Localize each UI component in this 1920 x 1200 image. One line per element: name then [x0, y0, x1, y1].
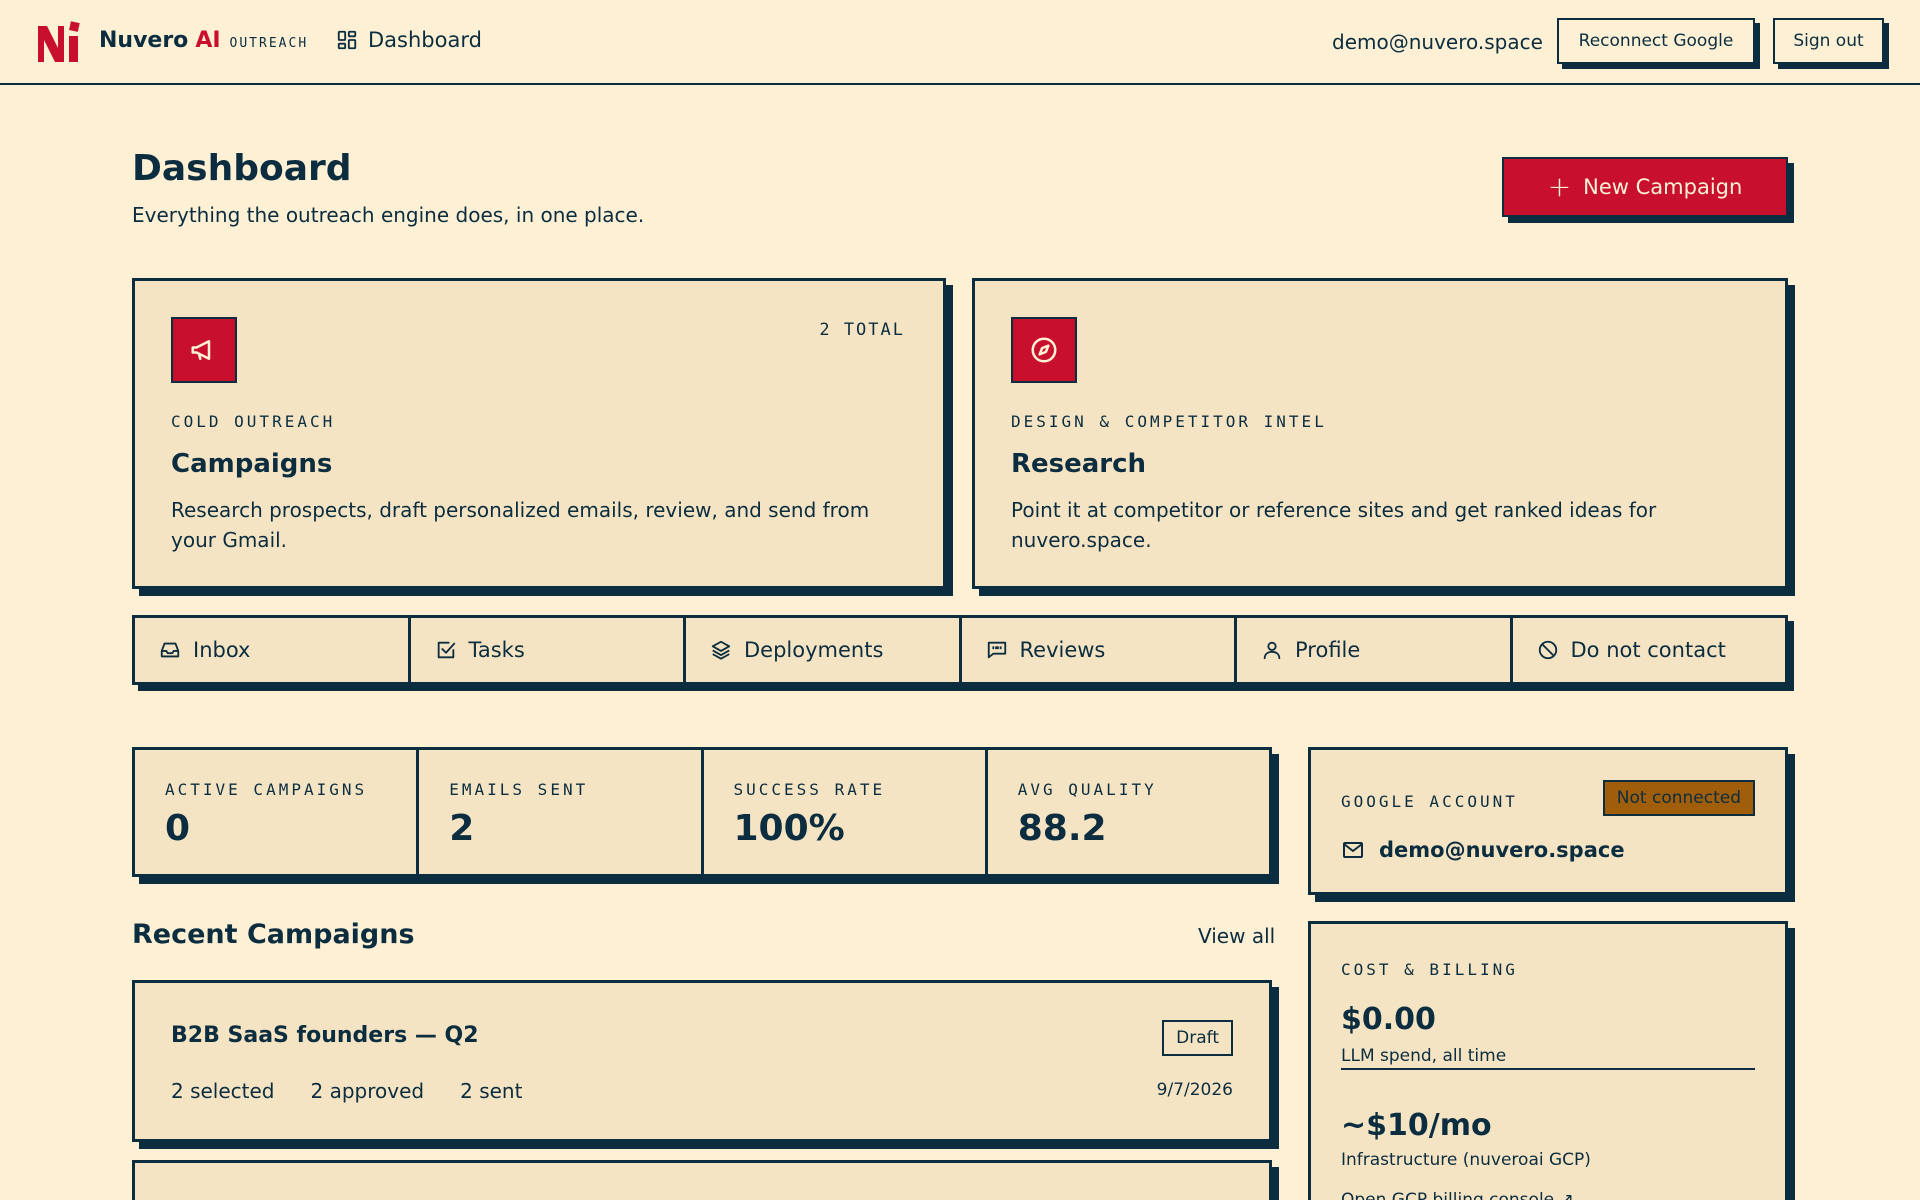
brand-wordmark[interactable]: Nuvero AI OUTREACH: [99, 28, 308, 53]
llm-spend-amount: $0.00: [1341, 1002, 1436, 1037]
stats-panel: ACTIVE CAMPAIGNS 0 EMAILS SENT 2 SUCCESS…: [132, 747, 1272, 877]
stat-value: 2: [449, 808, 475, 849]
stat-emails-sent: EMAILS SENT 2: [419, 750, 704, 874]
google-account-card: GOOGLE ACCOUNT Not connected demo@nuvero…: [1308, 747, 1788, 895]
view-all-link[interactable]: View all: [1198, 924, 1275, 948]
campaigns-kicker: COLD OUTREACH: [171, 412, 336, 431]
user-email: demo@nuvero.space: [1332, 30, 1543, 54]
campaign-selected-count: 2 selected: [171, 1079, 275, 1103]
quick-link-label: Do not contact: [1570, 638, 1726, 662]
new-campaign-button[interactable]: + New Campaign: [1502, 157, 1788, 217]
brand-name: Nuvero: [99, 28, 189, 53]
google-account-label: GOOGLE ACCOUNT: [1341, 792, 1518, 811]
ban-icon: [1538, 640, 1557, 660]
campaign-sent-count: 2 sent: [460, 1079, 523, 1103]
stat-value: 88.2: [1017, 808, 1107, 849]
billing-label: COST & BILLING: [1341, 960, 1518, 979]
layers-icon: [711, 640, 731, 660]
quick-links-bar: Inbox Tasks Deployments Reviews Profile …: [132, 615, 1788, 685]
cost-billing-card: COST & BILLING $0.00 LLM spend, all time…: [1308, 921, 1788, 1200]
stat-label: AVG QUALITY: [1017, 780, 1157, 799]
brand-subtitle: OUTREACH: [229, 36, 309, 51]
page-title: Dashboard: [132, 148, 352, 189]
compass-icon: [1011, 317, 1077, 383]
campaigns-description: Research prospects, draft personalized e…: [171, 498, 870, 552]
stat-value: 0: [165, 808, 191, 849]
google-email-text: demo@nuvero.space: [1379, 838, 1625, 862]
campaign-status-badge: Draft: [1162, 1020, 1233, 1056]
page-subtitle: Everything the outreach engine does, in …: [132, 203, 645, 227]
dashboard-grid-icon: [337, 30, 357, 50]
stat-label: SUCCESS RATE: [733, 780, 886, 799]
plus-icon: +: [1547, 170, 1572, 203]
nuvero-logo-icon[interactable]: [36, 18, 84, 66]
mail-icon: [1343, 842, 1363, 858]
inbox-icon: [160, 642, 180, 658]
stat-value: 100%: [733, 808, 845, 849]
quick-link-reviews[interactable]: Reviews: [962, 618, 1237, 682]
megaphone-icon: [171, 317, 237, 383]
quick-link-inbox[interactable]: Inbox: [135, 618, 411, 682]
llm-spend-note: LLM spend, all time: [1341, 1046, 1755, 1070]
stat-avg-quality: AVG QUALITY 88.2: [988, 750, 1269, 874]
new-campaign-label: New Campaign: [1583, 175, 1743, 199]
campaigns-total-count: 2 TOTAL: [819, 320, 905, 340]
top-bar: Nuvero AI OUTREACH Dashboard demo@nuvero…: [0, 0, 1920, 85]
research-kicker: DESIGN & COMPETITOR INTEL: [1011, 412, 1327, 431]
quick-link-tasks[interactable]: Tasks: [411, 618, 686, 682]
campaign-name: B2B SaaS founders — Q2: [171, 1023, 479, 1048]
quick-link-label: Inbox: [193, 638, 251, 662]
quick-link-deployments[interactable]: Deployments: [686, 618, 962, 682]
quick-link-label: Profile: [1295, 638, 1361, 662]
infra-cost-amount: ~$10/mo: [1341, 1108, 1492, 1143]
reconnect-google-button[interactable]: Reconnect Google: [1557, 18, 1755, 64]
quick-link-do-not-contact[interactable]: Do not contact: [1513, 618, 1786, 682]
connection-status-badge: Not connected: [1602, 780, 1755, 816]
stat-label: ACTIVE CAMPAIGNS: [165, 780, 368, 799]
checkbox-icon: [437, 641, 455, 659]
quick-link-label: Deployments: [744, 638, 884, 662]
stat-label: EMAILS SENT: [449, 780, 589, 799]
stat-active-campaigns: ACTIVE CAMPAIGNS 0: [135, 750, 420, 874]
research-title: Research: [1011, 449, 1147, 479]
stat-success-rate: SUCCESS RATE 100%: [704, 750, 988, 874]
nav-dashboard-link[interactable]: Dashboard: [336, 28, 482, 52]
google-account-email: demo@nuvero.space: [1341, 838, 1625, 862]
user-icon: [1263, 641, 1281, 660]
campaign-stats: 2 selected 2 approved 2 sent: [171, 1079, 522, 1103]
research-card[interactable]: DESIGN & COMPETITOR INTEL Research Point…: [972, 278, 1788, 589]
quick-link-label: Tasks: [468, 638, 525, 662]
campaign-row[interactable]: [132, 1160, 1272, 1200]
quick-link-label: Reviews: [1019, 638, 1106, 662]
quote-bubble-icon: [987, 641, 1006, 659]
brand-ai: AI: [195, 28, 221, 53]
campaign-row[interactable]: B2B SaaS founders — Q2 Draft 2 selected …: [132, 980, 1272, 1142]
campaigns-card[interactable]: 2 TOTAL COLD OUTREACH Campaigns Research…: [132, 278, 946, 589]
sign-out-button[interactable]: Sign out: [1773, 18, 1884, 64]
gcp-billing-link[interactable]: Open GCP billing console ↗: [1341, 1190, 1574, 1200]
nav-dashboard-label: Dashboard: [368, 28, 482, 52]
campaign-approved-count: 2 approved: [310, 1079, 425, 1103]
research-description: Point it at competitor or reference site…: [1011, 498, 1657, 552]
infra-cost-note: Infrastructure (nuveroai GCP): [1341, 1150, 1591, 1170]
campaigns-title: Campaigns: [171, 449, 333, 479]
campaign-date: 9/7/2026: [1156, 1080, 1233, 1100]
quick-link-profile[interactable]: Profile: [1237, 618, 1513, 682]
recent-campaigns-title: Recent Campaigns: [132, 919, 415, 950]
